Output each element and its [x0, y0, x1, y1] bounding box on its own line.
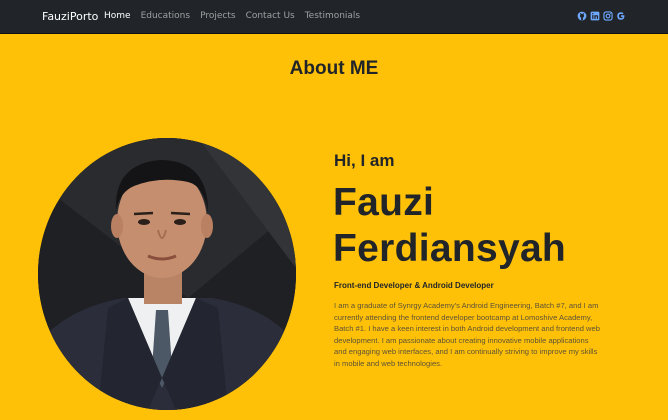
bio-paragraph: I am a graduate of Synrgy Academy's Andr… — [334, 301, 600, 368]
social-links — [574, 11, 626, 21]
job-title: Front-end Developer & Android Developer — [334, 281, 494, 290]
section-title: About ME — [289, 58, 379, 79]
greeting: Hi, I am — [334, 151, 395, 170]
nav-links: Home Educations Projects Contact Us Test… — [104, 11, 370, 21]
full-name: Fauzi Ferdiansyah — [333, 180, 653, 272]
google-icon[interactable] — [616, 11, 626, 21]
nav-link-projects[interactable]: Projects — [200, 11, 235, 21]
profile-photo — [38, 138, 296, 410]
last-name: Ferdiansyah — [333, 227, 567, 270]
nav-link-contact-us[interactable]: Contact Us — [246, 11, 295, 21]
brand-logo[interactable]: FauziPorto — [42, 10, 98, 23]
linkedin-icon[interactable] — [590, 11, 600, 21]
instagram-icon[interactable] — [603, 11, 613, 21]
nav-link-home[interactable]: Home — [104, 11, 131, 21]
nav-link-educations[interactable]: Educations — [141, 11, 191, 21]
github-icon[interactable] — [577, 11, 587, 21]
navbar: FauziPorto Home Educations Projects Cont… — [0, 0, 668, 34]
nav-link-testimonials[interactable]: Testimonials — [305, 11, 360, 21]
first-name: Fauzi — [333, 181, 435, 224]
